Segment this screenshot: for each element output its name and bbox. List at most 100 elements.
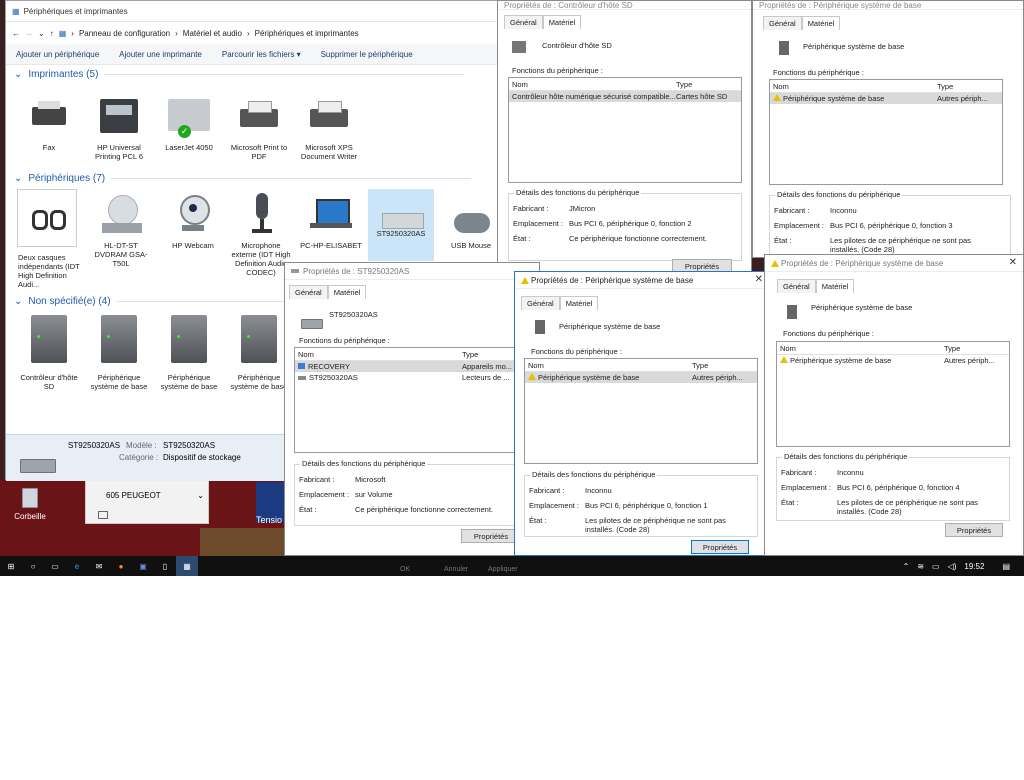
document-icon[interactable]: ▯ <box>154 556 176 576</box>
details-section: Détails des fonctions du périphérique Fa… <box>776 452 1010 521</box>
edge-browser-icon[interactable]: e <box>66 556 88 576</box>
notifications-icon[interactable]: ▤ <box>1002 562 1010 571</box>
chevron-down-icon[interactable]: ⌄ <box>14 69 22 80</box>
app-icon[interactable]: ▣ <box>132 556 154 576</box>
functions-list[interactable]: Nom Type Périphérique système de base Au… <box>524 358 758 464</box>
list-row[interactable]: Périphérique système de base Autres péri… <box>770 93 1002 104</box>
column-name[interactable]: Nom <box>295 350 462 359</box>
device-item[interactable]: Microsoft Print to PDF <box>226 95 292 161</box>
tab-hardware[interactable]: Matériel <box>327 285 367 299</box>
tray-overflow-icon[interactable]: ⌃ <box>903 562 910 571</box>
column-name[interactable]: Nom <box>770 82 937 91</box>
tab-hardware[interactable]: Matériel <box>815 279 855 293</box>
cancel-button[interactable]: Annuler <box>444 566 468 573</box>
group-devices[interactable]: ⌄ Périphériques (7) <box>14 173 472 184</box>
warning-icon <box>528 373 536 380</box>
list-row[interactable]: ST9250320AS Lecteurs de ... <box>295 372 527 383</box>
windows-start-icon[interactable]: ⊞ <box>0 556 22 576</box>
device-item[interactable]: Périphérique système de base <box>86 315 152 391</box>
tab-hardware[interactable]: Matériel <box>801 16 841 30</box>
clock[interactable]: 19:52 <box>964 562 984 571</box>
column-type[interactable]: Type <box>462 350 478 359</box>
column-name[interactable]: Nom <box>509 80 676 89</box>
volume-icon[interactable]: ◁) <box>948 562 957 571</box>
device-item[interactable]: Microsoft XPS Document Writer <box>296 95 362 161</box>
column-type[interactable]: Type <box>944 344 960 353</box>
functions-list[interactable]: Nom Type Périphérique système de base Au… <box>776 341 1010 447</box>
close-icon[interactable]: ✕ <box>1009 257 1017 268</box>
device-item[interactable]: USB Mouse <box>438 193 504 250</box>
browse-files-button[interactable]: Parcourir les fichiers ▾ <box>222 50 301 59</box>
recycle-bin-icon <box>22 488 38 508</box>
column-type[interactable]: Type <box>937 82 953 91</box>
device-item-selected[interactable]: ST9250320AS <box>368 189 434 261</box>
tab-general[interactable]: Général <box>763 16 802 30</box>
tab-hardware[interactable]: Matériel <box>559 296 599 310</box>
tab-general[interactable]: Général <box>504 15 543 29</box>
breadcrumb-item[interactable]: Panneau de configuration <box>79 29 170 38</box>
remove-device-button[interactable]: Supprimer le périphérique <box>321 50 413 59</box>
hard-drive-icon <box>20 459 56 473</box>
device-item[interactable]: Périphérique système de base <box>226 315 292 391</box>
add-device-button[interactable]: Ajouter un périphérique <box>16 50 99 59</box>
mouse-icon <box>448 193 494 235</box>
list-row[interactable]: RECOVERY Appareils mo... <box>295 361 527 372</box>
tab-general[interactable]: Général <box>289 285 328 299</box>
list-row[interactable]: Contrôleur hôte numérique sécurisé compa… <box>509 91 741 102</box>
breadcrumb-item[interactable]: Périphériques et imprimantes <box>255 29 359 38</box>
microphone-icon <box>238 193 284 235</box>
network-icon[interactable]: ≋ <box>917 562 924 571</box>
devices-printers-taskbar-icon[interactable]: ▦ <box>176 556 198 576</box>
functions-list[interactable]: Nom Type Contrôleur hôte numérique sécur… <box>508 77 742 183</box>
functions-list[interactable]: Nom Type Périphérique système de base Au… <box>769 79 1003 185</box>
firefox-icon[interactable]: ● <box>110 556 132 576</box>
chevron-down-icon[interactable]: ⌄ <box>197 491 204 500</box>
device-item[interactable]: HP Webcam <box>160 193 226 250</box>
tab-general[interactable]: Général <box>521 296 560 310</box>
close-icon[interactable]: ✕ <box>755 274 763 285</box>
snippet-text: 605 PEUGEOT <box>106 491 161 500</box>
device-item[interactable]: Fax <box>16 95 82 152</box>
forward-arrow-icon[interactable]: → <box>25 29 33 38</box>
list-row[interactable]: Périphérique système de base Autres péri… <box>777 355 1009 366</box>
device-item[interactable]: ✓ LaserJet 4050 <box>156 95 222 152</box>
functions-list[interactable]: Nom Type RECOVERY Appareils mo... ST9250… <box>294 347 528 453</box>
dropdown-icon[interactable]: ⌄ <box>38 29 45 38</box>
group-printers[interactable]: ⌄ Imprimantes (5) <box>14 69 465 80</box>
device-item[interactable]: Deux casques indépendants (IDT High Defi… <box>14 189 80 289</box>
up-arrow-icon[interactable]: ↑ <box>50 29 54 38</box>
functions-label: Fonctions du périphérique : <box>531 347 622 356</box>
device-item[interactable]: HL-DT-ST DVDRAM GSA-T50L <box>88 193 154 268</box>
properties-button[interactable]: Propriétés <box>691 540 749 554</box>
mail-icon[interactable]: ✉ <box>88 556 110 576</box>
chevron-down-icon[interactable]: ⌄ <box>14 173 22 184</box>
battery-icon[interactable]: ▭ <box>932 562 940 571</box>
task-view-icon[interactable]: ▭ <box>44 556 66 576</box>
list-row[interactable]: Périphérique système de base Autres péri… <box>525 372 757 383</box>
apply-button[interactable]: Appliquer <box>488 566 518 573</box>
device-item[interactable]: HP Universal Printing PCL 6 <box>86 95 152 161</box>
column-type[interactable]: Type <box>676 80 692 89</box>
add-printer-button[interactable]: Ajouter une imprimante <box>119 50 202 59</box>
properties-button[interactable]: Propriétés <box>461 529 521 543</box>
device-item[interactable]: Périphérique système de base <box>156 315 222 391</box>
ok-button[interactable]: OK <box>400 566 410 573</box>
properties-button[interactable]: Propriétés <box>945 523 1003 537</box>
back-arrow-icon[interactable]: ← <box>12 29 20 38</box>
tab-hardware[interactable]: Matériel <box>542 15 582 29</box>
search-icon[interactable]: ○ <box>22 556 44 576</box>
row-type: Appareils mo... <box>462 362 513 371</box>
column-name[interactable]: Nom <box>525 361 692 370</box>
device-item[interactable]: Contrôleur d'hôte SD <box>16 315 82 391</box>
column-type[interactable]: Type <box>692 361 708 370</box>
device-item[interactable]: PC-HP-ELISABET <box>298 193 364 250</box>
warning-icon <box>771 259 779 267</box>
tab-general[interactable]: Général <box>777 279 816 293</box>
state-row: État : Les pilotes de ce périphérique ne … <box>781 498 978 516</box>
background-window-snippet[interactable]: 605 PEUGEOT ⌄ <box>85 478 209 524</box>
dialog-device-name: Périphérique système de base <box>811 303 913 312</box>
column-name[interactable]: Nom <box>777 344 944 353</box>
chevron-down-icon[interactable]: ⌄ <box>14 296 22 307</box>
recycle-bin-shortcut[interactable]: Corbeille <box>8 488 52 521</box>
breadcrumb-item[interactable]: Matériel et audio <box>183 29 242 38</box>
